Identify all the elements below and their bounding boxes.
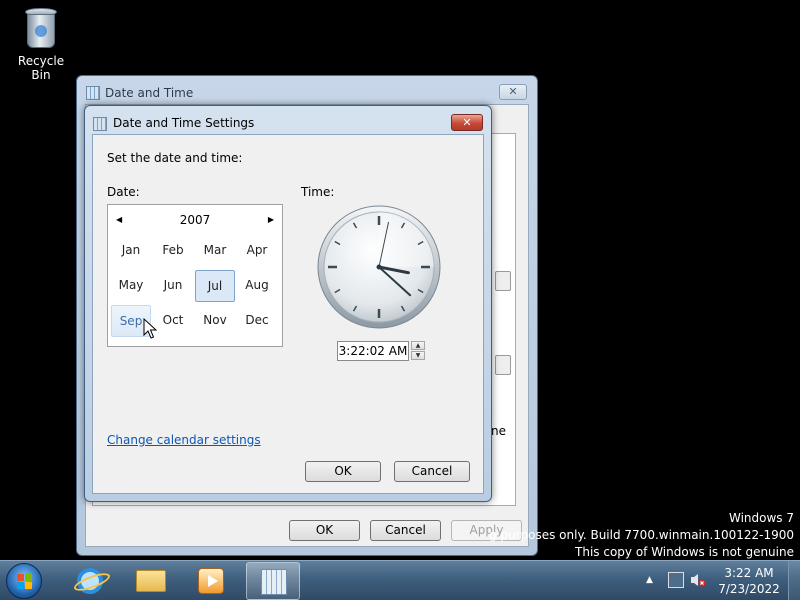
watermark-line-3: This copy of Windows is not genuine bbox=[575, 545, 794, 559]
date-and-time-settings-dialog: Date and Time Settings ✕ Set the date an… bbox=[84, 105, 492, 502]
volume-muted-icon[interactable] bbox=[690, 572, 706, 588]
month-oct[interactable]: Oct bbox=[153, 305, 193, 337]
taskbar-date-and-time[interactable] bbox=[246, 562, 300, 600]
time-label: Time: bbox=[301, 185, 335, 199]
month-jul[interactable]: Jul bbox=[195, 270, 235, 302]
time-spin-down[interactable]: ▼ bbox=[411, 351, 425, 360]
trash-icon bbox=[23, 6, 59, 50]
month-jun[interactable]: Jun bbox=[153, 270, 193, 302]
watermark-line-1: Windows 7 bbox=[728, 511, 794, 525]
clock-time: 3:22 AM bbox=[724, 566, 774, 580]
month-nov[interactable]: Nov bbox=[195, 305, 235, 337]
close-button[interactable]: ✕ bbox=[499, 84, 527, 100]
change-button-stub[interactable] bbox=[495, 271, 511, 291]
month-apr[interactable]: Apr bbox=[237, 235, 277, 267]
start-button[interactable] bbox=[6, 563, 42, 599]
month-jan[interactable]: Jan bbox=[111, 235, 151, 267]
network-icon[interactable] bbox=[668, 572, 684, 588]
month-may[interactable]: May bbox=[111, 270, 151, 302]
cancel-button[interactable]: Cancel bbox=[370, 520, 441, 541]
time-spin-up[interactable]: ▲ bbox=[411, 341, 425, 350]
taskbar-media-player[interactable] bbox=[184, 562, 238, 600]
taskbar-windows-explorer[interactable] bbox=[124, 562, 178, 600]
windows-logo-icon bbox=[17, 574, 33, 590]
month-mar[interactable]: Mar bbox=[195, 235, 235, 267]
watermark-line-2: g purposes only. Build 7700.winmain.1001… bbox=[488, 528, 794, 542]
analog-clock bbox=[317, 205, 441, 329]
month-feb[interactable]: Feb bbox=[153, 235, 193, 267]
media-player-icon bbox=[198, 568, 224, 594]
month-aug[interactable]: Aug bbox=[237, 270, 277, 302]
change-button-stub[interactable] bbox=[495, 355, 511, 375]
date-label: Date: bbox=[107, 185, 140, 199]
ok-button[interactable]: OK bbox=[289, 520, 360, 541]
window-title: Date and Time bbox=[105, 86, 194, 100]
calendar-year[interactable]: 2007 bbox=[108, 213, 282, 227]
show-desktop-button[interactable] bbox=[788, 561, 800, 600]
instruction-text: Set the date and time: bbox=[107, 151, 243, 165]
show-hidden-icons-button[interactable]: ▲ bbox=[646, 575, 653, 600]
calendar-control: ◀ 2007 ▶ Jan Feb Mar Apr May Jun Jul Aug Sep Oct N… bbox=[107, 204, 283, 347]
calendar-clock-icon bbox=[86, 86, 100, 100]
recycle-bin-icon[interactable]: Recycle Bin bbox=[8, 6, 74, 82]
internet-explorer-icon bbox=[77, 568, 103, 594]
dialog-title: Date and Time Settings bbox=[113, 116, 255, 130]
time-input[interactable]: 3:22:02 AM bbox=[337, 341, 409, 361]
ok-button[interactable]: OK bbox=[305, 461, 381, 482]
mouse-cursor-icon bbox=[143, 318, 157, 339]
recycle-bin-label: Recycle Bin bbox=[17, 54, 65, 82]
partial-text: ne bbox=[491, 424, 506, 438]
next-year-icon[interactable]: ▶ bbox=[268, 215, 274, 224]
folder-icon bbox=[136, 570, 166, 592]
calendar-clock-icon bbox=[93, 117, 107, 131]
clock-date: 7/23/2022 bbox=[718, 582, 780, 596]
cancel-button[interactable]: Cancel bbox=[394, 461, 470, 482]
month-dec[interactable]: Dec bbox=[237, 305, 277, 337]
taskbar: ▲ 3:22 AM 7/23/2022 bbox=[0, 560, 800, 600]
change-calendar-settings-link[interactable]: Change calendar settings bbox=[107, 433, 261, 447]
taskbar-internet-explorer[interactable] bbox=[62, 562, 116, 600]
taskbar-clock[interactable]: 3:22 AM 7/23/2022 bbox=[714, 565, 784, 597]
calendar-clock-icon bbox=[261, 569, 287, 595]
dialog-client-area: Set the date and time: Date: Time: ◀ 200… bbox=[92, 134, 484, 494]
close-button[interactable]: ✕ bbox=[451, 114, 483, 131]
